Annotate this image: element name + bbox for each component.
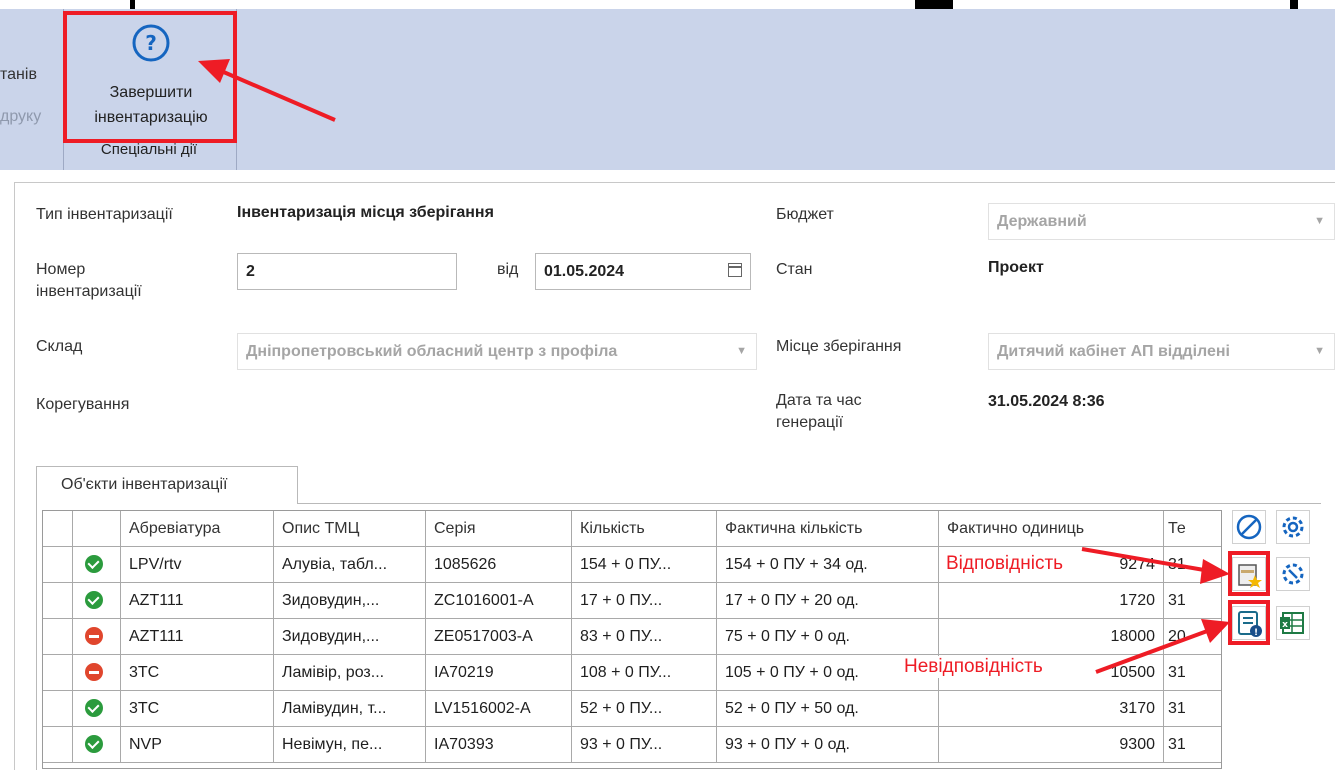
cell-qty[interactable]: 52 + 0 ПУ... <box>572 691 717 727</box>
cell-fact-qty[interactable]: 93 + 0 ПУ + 0 од. <box>717 727 939 763</box>
from-label: від <box>497 261 519 278</box>
cell-series[interactable]: LV1516002-A <box>426 691 572 727</box>
settings-gear-icon[interactable] <box>1276 557 1310 591</box>
row-indicator[interactable] <box>43 619 73 655</box>
cell-t[interactable]: 31 <box>1164 727 1221 763</box>
cell-desc[interactable]: Ламівір, роз... <box>274 655 426 691</box>
column-header[interactable]: Серія <box>426 511 572 547</box>
clear-filter-icon[interactable] <box>1232 510 1266 544</box>
chevron-down-icon: ▼ <box>1314 345 1325 357</box>
correction-label: Корегування <box>36 396 130 413</box>
cell-series[interactable]: IA70219 <box>426 655 572 691</box>
banner-fragment <box>1290 0 1298 9</box>
cell-qty[interactable]: 93 + 0 ПУ... <box>572 727 717 763</box>
inventory-grid: Абревіатура Опис ТМЦ Серія Кількість Фак… <box>42 510 1222 769</box>
column-header[interactable]: Абревіатура <box>121 511 274 547</box>
grid-header-status <box>73 511 121 547</box>
status-ok-icon <box>73 691 121 727</box>
column-header[interactable]: Кількість <box>572 511 717 547</box>
storage-select[interactable]: Дитячий кабінет АП відділені ▼ <box>988 333 1335 370</box>
svg-text:x: x <box>1282 620 1288 630</box>
state-value: Проект <box>988 259 1044 276</box>
tab-inventory-objects[interactable]: Об'єкти інвентаризації <box>36 466 298 504</box>
cell-qty[interactable]: 154 + 0 ПУ... <box>572 547 717 583</box>
cell-t[interactable]: 31 <box>1164 691 1221 727</box>
cell-series[interactable]: ZE0517003-A <box>426 619 572 655</box>
budget-select[interactable]: Державний ▼ <box>988 203 1335 240</box>
cell-fact-qty[interactable]: 52 + 0 ПУ + 50 од. <box>717 691 939 727</box>
cell-desc[interactable]: Ламівудин, т... <box>274 691 426 727</box>
cell-desc[interactable]: Зидовудин,... <box>274 619 426 655</box>
cell-abbr[interactable]: 3TC <box>121 655 274 691</box>
date-field[interactable]: 01.05.2024 <box>535 253 751 290</box>
cell-fact-units[interactable]: 9300 <box>939 727 1164 763</box>
ribbon-cut-label[interactable]: танів <box>0 66 37 84</box>
cell-abbr[interactable]: 3TC <box>121 691 274 727</box>
status-ok-icon <box>73 583 121 619</box>
row-indicator[interactable] <box>43 655 73 691</box>
status-ok-icon <box>73 727 121 763</box>
cell-qty[interactable]: 108 + 0 ПУ... <box>572 655 717 691</box>
cell-series[interactable]: ZC1016001-A <box>426 583 572 619</box>
annotation-mismatch: Невідповідність <box>904 656 1043 678</box>
state-label: Стан <box>776 261 813 278</box>
cell-series[interactable]: 1085626 <box>426 547 572 583</box>
row-indicator[interactable] <box>43 583 73 619</box>
annotation-arrows <box>1081 547 1230 674</box>
cell-qty[interactable]: 17 + 0 ПУ... <box>572 583 717 619</box>
cell-desc[interactable]: Алувіа, табл... <box>274 547 426 583</box>
calendar-icon[interactable] <box>728 263 742 277</box>
chevron-down-icon: ▼ <box>1314 215 1325 227</box>
cell-qty[interactable]: 83 + 0 ПУ... <box>572 619 717 655</box>
gear-icon[interactable] <box>1276 510 1310 544</box>
banner-fragment <box>130 0 135 9</box>
excel-export-icon[interactable]: x <box>1276 606 1310 640</box>
cell-desc[interactable]: Зидовудин,... <box>274 583 426 619</box>
cell-fact-qty[interactable]: 154 + 0 ПУ + 34 од. <box>717 547 939 583</box>
status-ok-icon <box>73 547 121 583</box>
generation-value: 31.05.2024 8:36 <box>988 393 1105 410</box>
inventory-number-field[interactable]: 2 <box>237 253 457 290</box>
type-label: Тип інвентаризації <box>36 206 173 223</box>
warehouse-label: Склад <box>36 338 83 355</box>
column-header[interactable]: Фактична кількість <box>717 511 939 547</box>
annotation-match: Відповідність <box>946 553 1064 575</box>
cell-abbr[interactable]: NVP <box>121 727 274 763</box>
type-value: Інвентаризація місця зберігання <box>237 204 494 221</box>
group-label: Спеціальні дії <box>100 141 198 158</box>
number-label: Номер інвентаризації <box>36 261 142 300</box>
status-no-icon <box>73 619 121 655</box>
cell-abbr[interactable]: AZT111 <box>121 583 274 619</box>
budget-label: Бюджет <box>776 206 834 223</box>
cell-fact-units[interactable]: 3170 <box>939 691 1164 727</box>
cell-abbr[interactable]: AZT111 <box>121 619 274 655</box>
cell-desc[interactable]: Невімун, пе... <box>274 727 426 763</box>
cell-fact-qty[interactable]: 75 + 0 ПУ + 0 од. <box>717 619 939 655</box>
column-header[interactable]: Опис ТМЦ <box>274 511 426 547</box>
storage-label: Місце зберігання <box>776 338 902 355</box>
cell-series[interactable]: IA70393 <box>426 727 572 763</box>
top-banner <box>0 0 1335 9</box>
banner-fragment <box>915 0 953 9</box>
warehouse-select[interactable]: Дніпропетровський обласний центр з профі… <box>237 333 757 370</box>
row-indicator[interactable] <box>43 727 73 763</box>
chevron-down-icon: ▼ <box>736 345 747 357</box>
grid-header-indicator <box>43 511 73 547</box>
ribbon-cut-label: друку <box>0 108 42 125</box>
cell-fact-qty[interactable]: 17 + 0 ПУ + 20 од. <box>717 583 939 619</box>
cell-abbr[interactable]: LPV/rtv <box>121 547 274 583</box>
generation-label: Дата та час генерації <box>776 392 862 431</box>
annotation-arrow <box>198 59 336 122</box>
row-indicator[interactable] <box>43 547 73 583</box>
row-indicator[interactable] <box>43 691 73 727</box>
status-no-icon <box>73 655 121 691</box>
